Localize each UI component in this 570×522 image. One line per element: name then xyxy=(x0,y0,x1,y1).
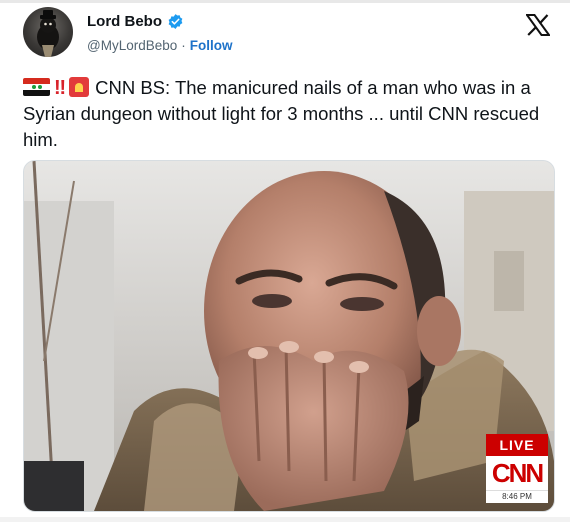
author-name-row: Lord Bebo xyxy=(87,13,184,30)
live-label: LIVE xyxy=(486,434,548,456)
author-handle[interactable]: @MyLordBebo xyxy=(87,38,177,53)
siren-emoji xyxy=(69,77,90,97)
broadcast-time: 8:46 PM xyxy=(486,490,548,503)
follow-button[interactable]: Follow xyxy=(190,38,233,53)
tweet-text: CNN BS: The manicured nails of a man who… xyxy=(23,77,540,150)
bottom-divider xyxy=(0,517,570,522)
handle-separator: · xyxy=(181,38,186,53)
avatar[interactable] xyxy=(23,7,73,57)
verified-badge-icon xyxy=(167,13,184,30)
news-video-frame xyxy=(24,161,554,511)
syria-flag-emoji xyxy=(23,78,50,96)
cnn-live-overlay: LIVE CNN 8:46 PM xyxy=(486,434,548,503)
network-label: CNN xyxy=(491,457,544,488)
double-exclamation-emoji: ‼ xyxy=(54,77,66,99)
tweet-card: Lord Bebo @MyLordBebo · Follow ‼ CNN BS: … xyxy=(0,0,570,522)
author-handle-row: @MyLordBebo · Follow xyxy=(87,38,233,53)
top-divider xyxy=(0,0,570,3)
cnn-logo: CNN xyxy=(486,456,548,490)
tweet-text-block: ‼ CNN BS: The manicured nails of a man wh… xyxy=(23,75,558,153)
tweet-media-image[interactable]: LIVE CNN 8:46 PM xyxy=(23,160,555,512)
author-name[interactable]: Lord Bebo xyxy=(87,13,162,30)
x-logo-icon[interactable] xyxy=(525,14,551,36)
